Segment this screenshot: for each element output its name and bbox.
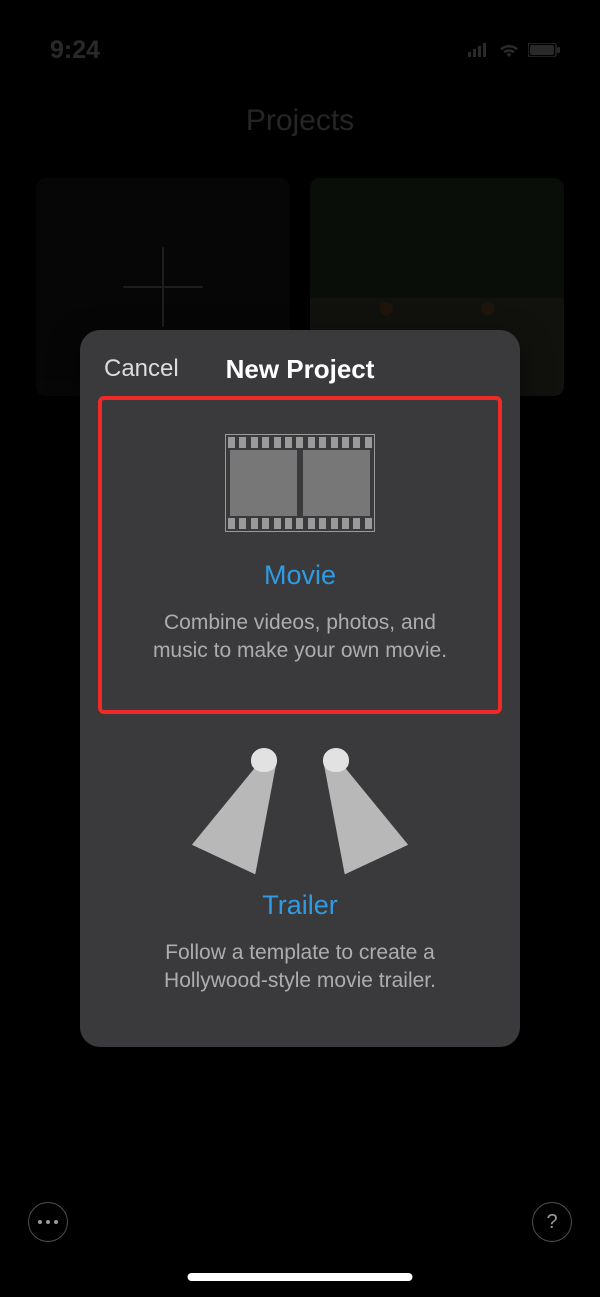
trailer-option-title: Trailer — [138, 890, 462, 921]
help-button[interactable]: ? — [532, 1202, 572, 1242]
sheet-header: Cancel New Project — [98, 350, 502, 388]
home-indicator[interactable] — [188, 1273, 413, 1281]
screen: 9:24 Projects Cancel Ne — [0, 0, 600, 1297]
new-project-sheet: Cancel New Project Movie Combine videos,… — [80, 330, 520, 1047]
status-time: 9:24 — [50, 36, 100, 65]
cellular-signal-icon — [468, 43, 490, 57]
question-mark-icon: ? — [546, 1211, 557, 1234]
wifi-icon — [498, 42, 520, 58]
cancel-button[interactable]: Cancel — [104, 355, 179, 383]
plus-icon — [123, 247, 203, 327]
movie-option-desc: Combine videos, photos, and music to mak… — [142, 609, 458, 666]
movie-option[interactable]: Movie Combine videos, photos, and music … — [98, 396, 502, 714]
more-button[interactable] — [28, 1202, 68, 1242]
battery-icon — [528, 43, 560, 57]
spotlight-icon — [225, 742, 375, 862]
page-title: Projects — [0, 104, 600, 138]
filmstrip-icon — [225, 434, 375, 532]
status-right — [468, 42, 560, 58]
movie-option-title: Movie — [142, 560, 458, 591]
status-bar: 9:24 — [0, 0, 600, 70]
ellipsis-icon — [38, 1220, 58, 1224]
sheet-title: New Project — [226, 354, 375, 385]
trailer-option-desc: Follow a template to create a Hollywood-… — [138, 939, 462, 996]
trailer-option[interactable]: Trailer Follow a template to create a Ho… — [98, 714, 502, 1014]
